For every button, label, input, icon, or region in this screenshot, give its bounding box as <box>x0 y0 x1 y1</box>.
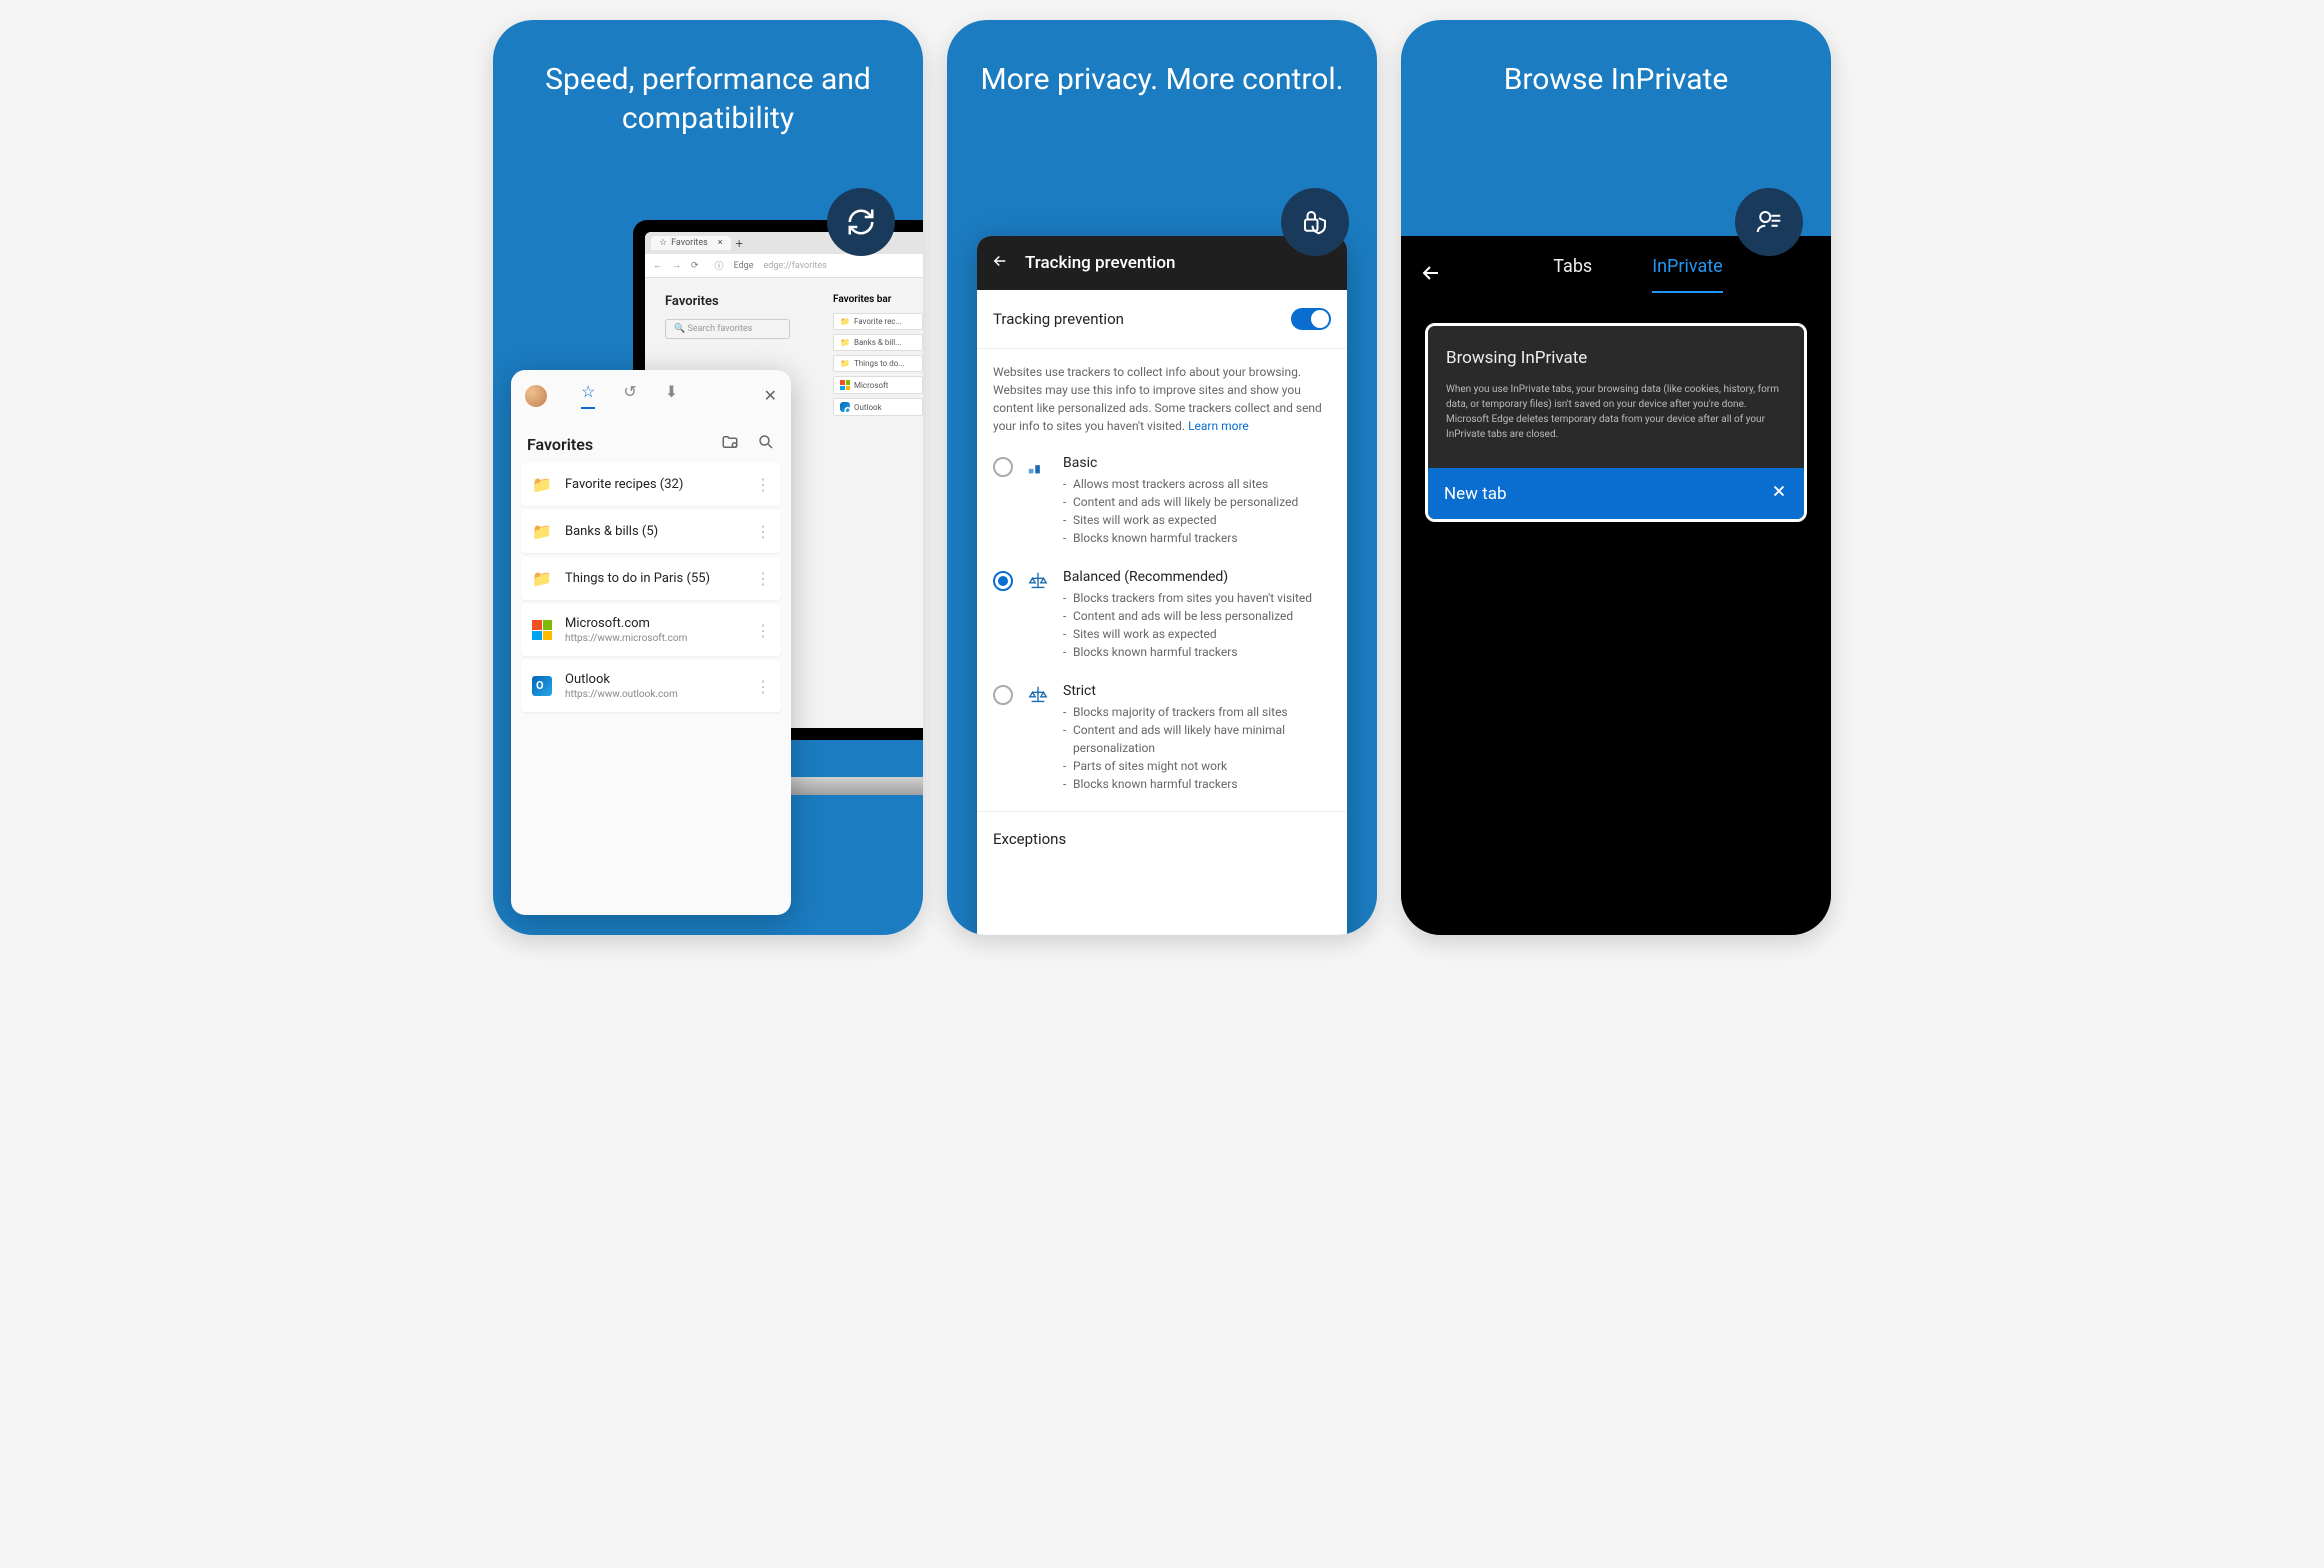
close-icon[interactable] <box>1770 482 1788 505</box>
card-title: Speed, performance and compatibility <box>493 20 923 168</box>
learn-more-link[interactable]: Learn more <box>1188 419 1249 433</box>
list-item[interactable]: Microsoft <box>833 376 923 394</box>
tab-normal[interactable]: Tabs <box>1553 256 1592 293</box>
option-basic[interactable]: Basic Allows most trackers across all si… <box>977 441 1347 555</box>
balance-icon <box>1027 684 1049 793</box>
avatar[interactable] <box>525 385 547 407</box>
card-title: Browse InPrivate <box>1401 20 1831 129</box>
tab-inprivate[interactable]: InPrivate <box>1652 256 1722 293</box>
back-icon[interactable]: ← <box>653 260 662 271</box>
list-item[interactable]: Outlook <box>833 398 923 416</box>
search-input[interactable]: 🔍 Search favorites <box>665 319 790 339</box>
option-strict[interactable]: Strict Blocks majority of trackers from … <box>977 669 1347 801</box>
page-heading: Favorites <box>665 294 803 309</box>
sync-icon <box>827 188 895 256</box>
toggle-label: Tracking prevention <box>993 310 1124 328</box>
more-icon[interactable]: ⋮ <box>755 621 771 640</box>
radio-icon[interactable] <box>993 457 1013 477</box>
address-bar[interactable]: ← → ⟳ ⓘ Edge edge://favorites <box>645 254 923 278</box>
back-icon[interactable] <box>991 252 1009 274</box>
close-icon[interactable]: ✕ <box>764 386 777 405</box>
option-balanced[interactable]: Balanced (Recommended) Blocks trackers f… <box>977 555 1347 669</box>
add-folder-icon[interactable] <box>721 433 739 455</box>
folder-icon: 📁 <box>531 475 553 494</box>
browser-tab[interactable]: ☆ Favorites × <box>651 236 731 250</box>
inprivate-description: When you use InPrivate tabs, your browsi… <box>1446 382 1786 442</box>
exceptions-row[interactable]: Exceptions <box>977 811 1347 866</box>
list-item[interactable]: Microsoft.comhttps://www.microsoft.com ⋮ <box>521 604 781 656</box>
new-tab-button[interactable]: ＋ <box>735 237 744 250</box>
card-title: More privacy. More control. <box>947 20 1377 129</box>
ms-logo-icon <box>531 620 553 640</box>
promo-card-2: More privacy. More control. Tracking pre… <box>947 20 1377 935</box>
list-item[interactable]: 📁 Banks & bills (5) ⋮ <box>521 510 781 553</box>
more-icon[interactable]: ⋮ <box>755 522 771 541</box>
more-icon[interactable]: ⋮ <box>755 677 771 696</box>
list-item[interactable]: Outlookhttps://www.outlook.com ⋮ <box>521 660 781 712</box>
scale-icon <box>1027 456 1049 547</box>
tracking-prevention-screen: Tracking prevention Tracking prevention … <box>977 236 1347 935</box>
promo-card-1: Speed, performance and compatibility ☆ F… <box>493 20 923 935</box>
favorites-heading: Favorites <box>527 435 593 454</box>
inprivate-icon <box>1735 188 1803 256</box>
more-icon[interactable]: ⋮ <box>755 569 771 588</box>
balance-icon <box>1027 570 1049 661</box>
history-icon[interactable]: ↺ <box>623 382 636 409</box>
inprivate-tab-card[interactable]: Browsing InPrivate When you use InPrivat… <box>1425 323 1807 522</box>
folder-icon: 📁 <box>531 522 553 541</box>
lock-shield-icon <box>1281 188 1349 256</box>
star-icon[interactable]: ☆ <box>581 382 595 409</box>
list-item[interactable]: 📁 Favorite rec... <box>833 313 923 330</box>
forward-icon[interactable]: → <box>672 260 681 271</box>
screen-title: Tracking prevention <box>1025 253 1175 273</box>
inprivate-heading: Browsing InPrivate <box>1446 348 1786 368</box>
downloads-icon[interactable]: ⬇ <box>665 382 678 409</box>
phone-favorites-panel: ☆ ↺ ⬇ ✕ Favorites 📁 Favorite recipes (32… <box>511 370 791 915</box>
list-item[interactable]: 📁 Favorite recipes (32) ⋮ <box>521 463 781 506</box>
reload-icon[interactable]: ⟳ <box>691 261 699 271</box>
description-text: Websites use trackers to collect info ab… <box>977 349 1347 441</box>
list-item[interactable]: 📁 Things to do... <box>833 355 923 372</box>
search-icon[interactable] <box>757 433 775 455</box>
inprivate-screen: Tabs InPrivate Browsing InPrivate When y… <box>1401 236 1831 935</box>
list-item[interactable]: 📁 Things to do in Paris (55) ⋮ <box>521 557 781 600</box>
back-icon[interactable] <box>1419 261 1443 289</box>
tracking-toggle[interactable] <box>1291 308 1331 330</box>
radio-icon[interactable] <box>993 685 1013 705</box>
outlook-logo-icon <box>531 676 553 696</box>
list-item[interactable]: 📁 Banks & bill... <box>833 334 923 351</box>
more-icon[interactable]: ⋮ <box>755 475 771 494</box>
radio-icon[interactable] <box>993 571 1013 591</box>
new-tab-label[interactable]: New tab <box>1444 484 1507 504</box>
folder-icon: 📁 <box>531 569 553 588</box>
promo-card-3: Browse InPrivate Tabs InPrivate Browsing… <box>1401 20 1831 935</box>
